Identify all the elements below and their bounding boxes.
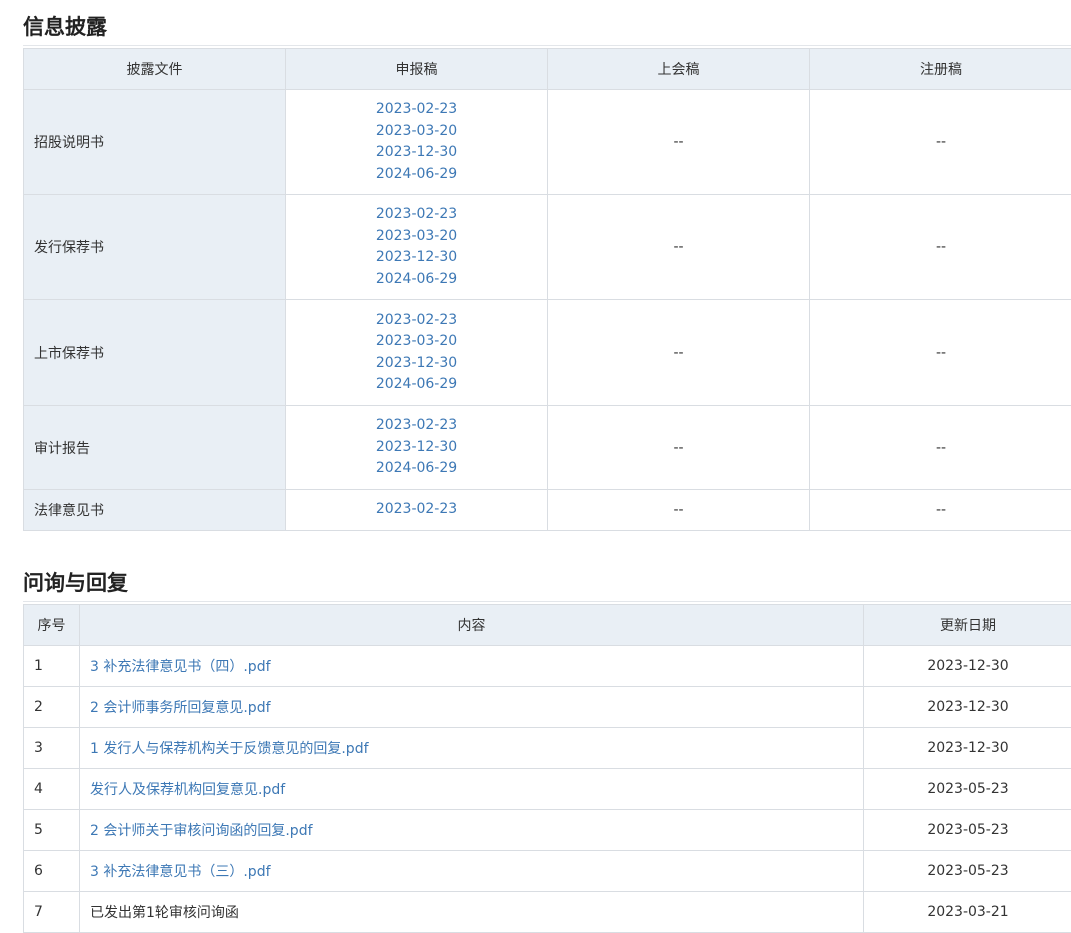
meeting-draft-cell: -- <box>548 90 810 195</box>
document-link[interactable]: 发行人及保荐机构回复意见.pdf <box>90 782 285 798</box>
filing-date-link[interactable]: 2023-02-23 <box>296 499 537 521</box>
filing-date-link[interactable]: 2023-12-30 <box>296 142 537 164</box>
registration-draft-cell: -- <box>810 300 1071 406</box>
row-seq: 4 <box>24 769 80 810</box>
meeting-draft-cell: -- <box>548 490 810 531</box>
document-name: 上市保荐书 <box>24 300 286 406</box>
row-seq: 7 <box>24 892 80 933</box>
inquiry-table: 序号 内容 更新日期 13 补充法律意见书（四）.pdf2023-12-3022… <box>23 604 1071 933</box>
update-date: 2023-03-21 <box>864 892 1071 933</box>
document-name: 审计报告 <box>24 406 286 490</box>
header-meeting-draft: 上会稿 <box>548 49 810 90</box>
registration-draft-cell: -- <box>810 490 1071 531</box>
content-cell: 发行人及保荐机构回复意见.pdf <box>80 769 864 810</box>
disclosure-title-divider <box>23 45 1071 46</box>
filing-date-link[interactable]: 2024-06-29 <box>296 458 537 480</box>
disclosure-row: 上市保荐书2023-02-232023-03-202023-12-302024-… <box>24 300 1071 406</box>
filing-date-link[interactable]: 2023-12-30 <box>296 247 537 269</box>
filing-date-link[interactable]: 2023-02-23 <box>296 204 537 226</box>
inquiry-title: 问询与回复 <box>23 567 128 597</box>
header-content: 内容 <box>80 605 864 646</box>
meeting-draft-cell: -- <box>548 195 810 300</box>
filing-date-link[interactable]: 2023-02-23 <box>296 99 537 121</box>
row-seq: 5 <box>24 810 80 851</box>
filing-date-link[interactable]: 2023-12-30 <box>296 437 537 459</box>
disclosure-title: 信息披露 <box>23 11 107 41</box>
filing-date-link[interactable]: 2023-03-20 <box>296 121 537 143</box>
inquiry-row: 4 发行人及保荐机构回复意见.pdf 2023-05-23 <box>24 769 1071 810</box>
filing-date-link[interactable]: 2024-06-29 <box>296 374 537 396</box>
row-seq: 3 <box>24 728 80 769</box>
document-name: 发行保荐书 <box>24 195 286 300</box>
filing-date-link[interactable]: 2023-03-20 <box>296 331 537 353</box>
disclosure-table: 披露文件 申报稿 上会稿 注册稿 招股说明书2023-02-232023-03-… <box>23 48 1071 531</box>
document-link[interactable]: 2 会计师事务所回复意见.pdf <box>90 700 271 716</box>
meeting-draft-cell: -- <box>548 300 810 406</box>
document-name: 招股说明书 <box>24 90 286 195</box>
document-link[interactable]: 3 补充法律意见书（四）.pdf <box>90 659 271 675</box>
filing-draft-cell: 2023-02-232023-12-302024-06-29 <box>286 406 548 490</box>
inquiry-row: 1 3 补充法律意见书（四）.pdf 2023-12-30 <box>24 646 1071 687</box>
content-cell: 3 补充法律意见书（四）.pdf <box>80 646 864 687</box>
row-seq: 6 <box>24 851 80 892</box>
disclosure-row: 法律意见书 2023-02-23 ---- <box>24 490 1071 531</box>
header-seq: 序号 <box>24 605 80 646</box>
content-text: 已发出第1轮审核问询函 <box>80 892 864 933</box>
registration-draft-cell: -- <box>810 406 1071 490</box>
filing-date-link[interactable]: 2023-12-30 <box>296 353 537 375</box>
inquiry-row: 2 2 会计师事务所回复意见.pdf 2023-12-30 <box>24 687 1071 728</box>
meeting-draft-cell: -- <box>548 406 810 490</box>
content-cell: 2 会计师事务所回复意见.pdf <box>80 687 864 728</box>
registration-draft-cell: -- <box>810 90 1071 195</box>
disclosure-row: 审计报告2023-02-232023-12-302024-06-29---- <box>24 406 1071 490</box>
update-date: 2023-12-30 <box>864 646 1071 687</box>
row-seq: 1 <box>24 646 80 687</box>
inquiry-header-row: 序号 内容 更新日期 <box>24 605 1071 646</box>
content-cell: 1 发行人与保荐机构关于反馈意见的回复.pdf <box>80 728 864 769</box>
update-date: 2023-05-23 <box>864 851 1071 892</box>
content-cell: 3 补充法律意见书（三）.pdf <box>80 851 864 892</box>
document-name: 法律意见书 <box>24 490 286 531</box>
registration-draft-cell: -- <box>810 195 1071 300</box>
document-link[interactable]: 3 补充法律意见书（三）.pdf <box>90 864 271 880</box>
inquiry-row: 7已发出第1轮审核问询函2023-03-21 <box>24 892 1071 933</box>
update-date: 2023-05-23 <box>864 769 1071 810</box>
filing-date-link[interactable]: 2023-02-23 <box>296 310 537 332</box>
filing-date-link[interactable]: 2024-06-29 <box>296 164 537 186</box>
disclosure-header-row: 披露文件 申报稿 上会稿 注册稿 <box>24 49 1071 90</box>
inquiry-title-divider <box>23 601 1071 602</box>
content-cell: 2 会计师关于审核问询函的回复.pdf <box>80 810 864 851</box>
header-filing-draft: 申报稿 <box>286 49 548 90</box>
filing-draft-cell: 2023-02-232023-03-202023-12-302024-06-29 <box>286 300 548 406</box>
inquiry-row: 6 3 补充法律意见书（三）.pdf 2023-05-23 <box>24 851 1071 892</box>
header-registration-draft: 注册稿 <box>810 49 1071 90</box>
filing-draft-cell: 2023-02-23 <box>286 490 548 531</box>
filing-date-link[interactable]: 2023-02-23 <box>296 415 537 437</box>
document-link[interactable]: 2 会计师关于审核问询函的回复.pdf <box>90 823 313 839</box>
update-date: 2023-12-30 <box>864 687 1071 728</box>
filing-draft-cell: 2023-02-232023-03-202023-12-302024-06-29 <box>286 195 548 300</box>
disclosure-row: 招股说明书2023-02-232023-03-202023-12-302024-… <box>24 90 1071 195</box>
row-seq: 2 <box>24 687 80 728</box>
update-date: 2023-05-23 <box>864 810 1071 851</box>
header-update-date: 更新日期 <box>864 605 1071 646</box>
filing-date-link[interactable]: 2023-03-20 <box>296 226 537 248</box>
header-document: 披露文件 <box>24 49 286 90</box>
disclosure-row: 发行保荐书2023-02-232023-03-202023-12-302024-… <box>24 195 1071 300</box>
inquiry-row: 5 2 会计师关于审核问询函的回复.pdf 2023-05-23 <box>24 810 1071 851</box>
filing-draft-cell: 2023-02-232023-03-202023-12-302024-06-29 <box>286 90 548 195</box>
document-link[interactable]: 1 发行人与保荐机构关于反馈意见的回复.pdf <box>90 741 369 757</box>
filing-date-link[interactable]: 2024-06-29 <box>296 269 537 291</box>
inquiry-row: 3 1 发行人与保荐机构关于反馈意见的回复.pdf 2023-12-30 <box>24 728 1071 769</box>
update-date: 2023-12-30 <box>864 728 1071 769</box>
